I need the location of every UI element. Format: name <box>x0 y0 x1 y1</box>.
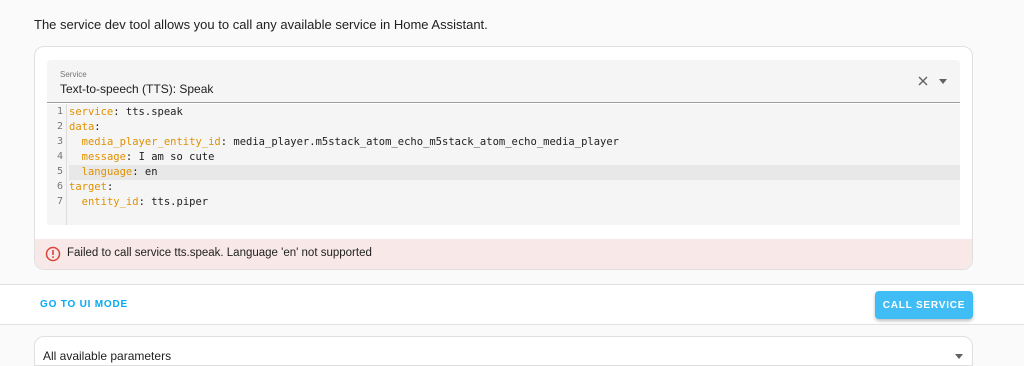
error-message: Failed to call service tts.speak. Langua… <box>67 247 372 259</box>
divider <box>0 324 1024 325</box>
arrow-drop-down-icon[interactable] <box>938 76 948 86</box>
code-line: data: <box>69 121 101 133</box>
line-gutter: 1 2 3 4 5 6 7 <box>47 104 67 225</box>
service-select-value: Text-to-speech (TTS): Speak <box>60 82 214 96</box>
line-number: 7 <box>56 196 63 207</box>
code-line: service: tts.speak <box>69 106 183 118</box>
card-actions: GO TO UI MODE CALL SERVICE <box>0 285 1024 324</box>
alert-circle-icon <box>45 246 61 262</box>
line-number: 5 <box>56 166 63 177</box>
line-number: 6 <box>56 181 63 192</box>
line-number: 3 <box>56 136 63 147</box>
code-line: entity_id: tts.piper <box>81 196 209 208</box>
go-to-ui-mode-button[interactable]: GO TO UI MODE <box>40 299 128 310</box>
call-service-button[interactable]: CALL SERVICE <box>875 291 973 319</box>
all-parameters-expander[interactable]: All available parameters <box>34 336 973 366</box>
line-number: 4 <box>56 151 63 162</box>
intro-text: The service dev tool allows you to call … <box>34 17 488 32</box>
close-icon[interactable] <box>916 74 930 88</box>
code-line: media_player_entity_id: media_player.m5s… <box>81 136 619 148</box>
all-parameters-label: All available parameters <box>43 349 172 363</box>
code-line: target: <box>69 181 114 193</box>
service-select-label: Service <box>60 70 87 79</box>
service-card: Service Text-to-speech (TTS): Speak 1 2 … <box>34 46 973 270</box>
error-alert: Failed to call service tts.speak. Langua… <box>35 239 972 269</box>
line-number: 2 <box>56 121 63 132</box>
line-number: 1 <box>56 106 63 117</box>
code-line: message: I am so cute <box>81 151 215 163</box>
yaml-editor[interactable]: 1 2 3 4 5 6 7 service: tts.speak data: m… <box>47 104 960 225</box>
code-line-active: language: en <box>69 165 960 180</box>
service-select[interactable]: Service Text-to-speech (TTS): Speak <box>47 60 960 103</box>
chevron-down-icon <box>955 354 963 359</box>
